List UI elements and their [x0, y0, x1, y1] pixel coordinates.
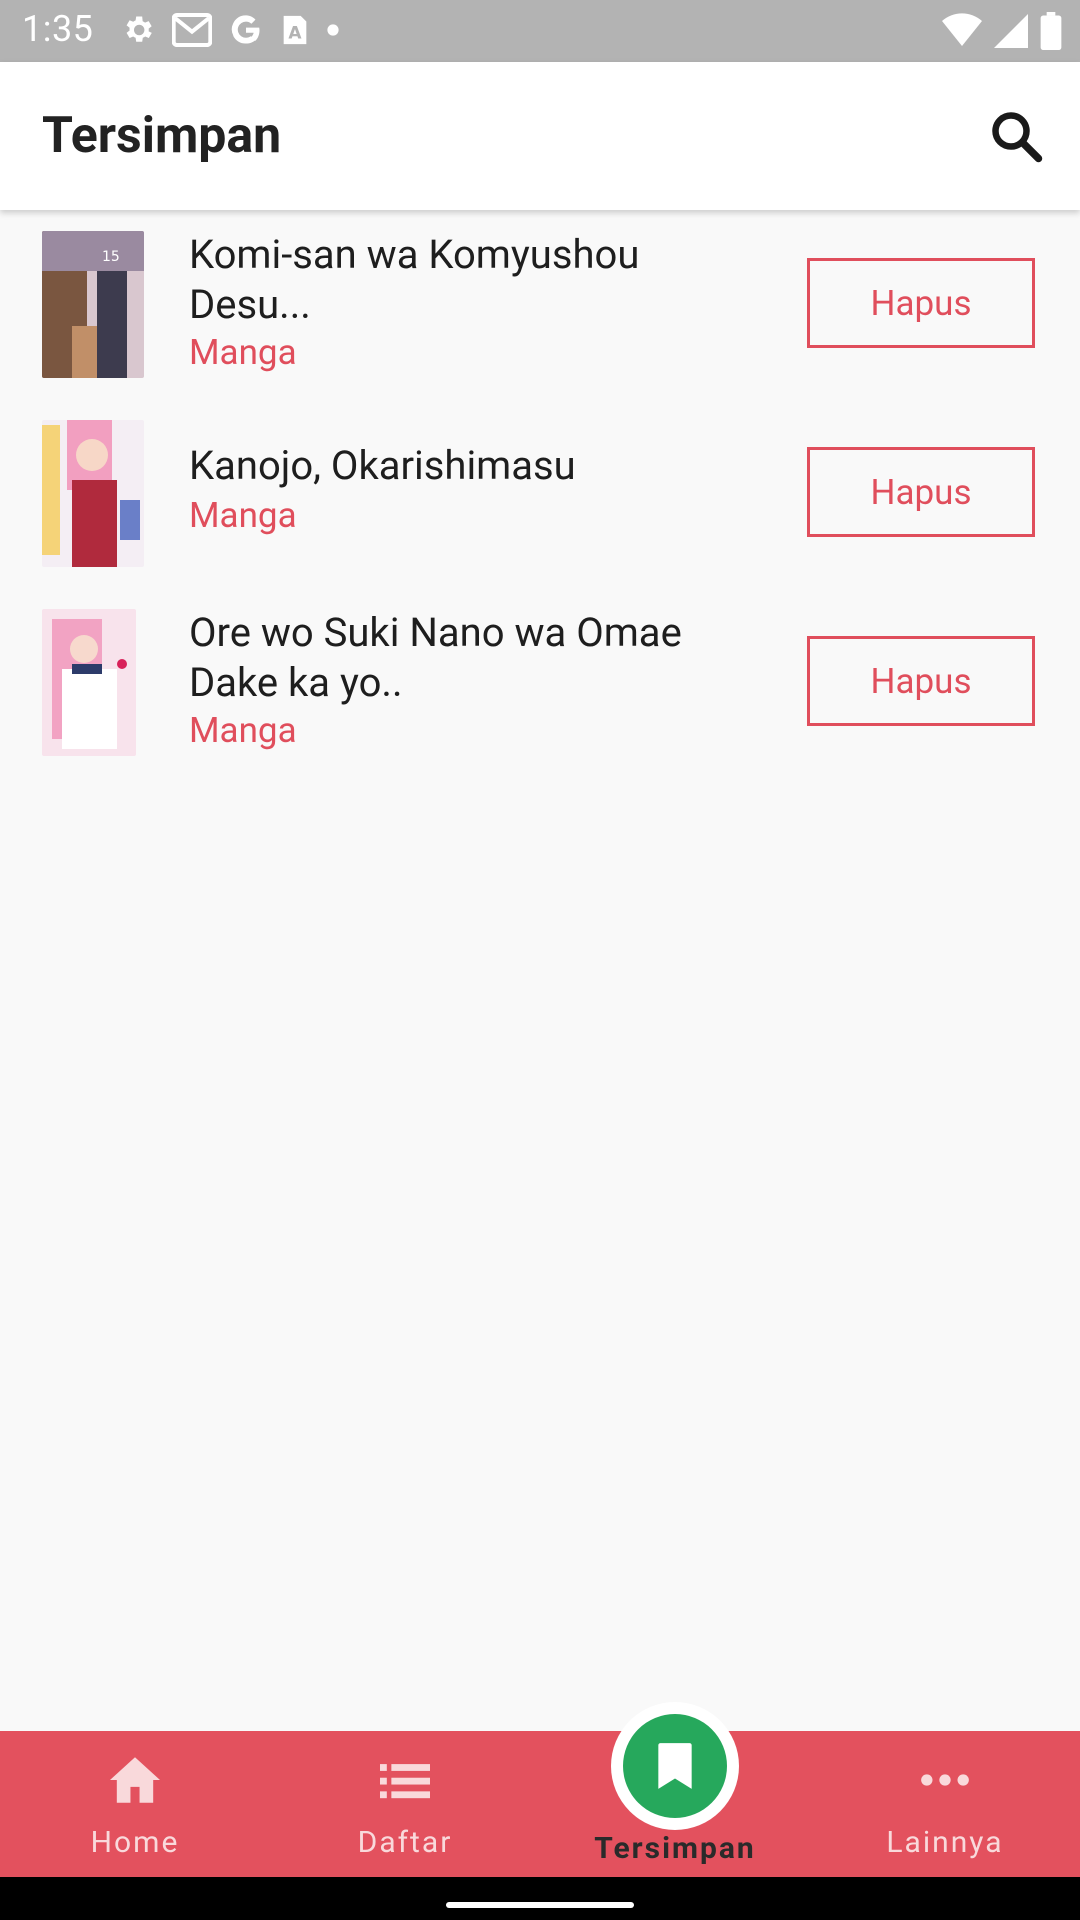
google-icon [231, 15, 260, 44]
status-time: 1:35 [22, 8, 94, 50]
status-icons-left: A [120, 12, 340, 48]
bottom-nav: Home Daftar Tersimpan Lainnya [0, 1731, 1080, 1877]
delete-button[interactable]: Hapus [807, 636, 1035, 726]
cover-image [42, 609, 136, 756]
app-bar: Tersimpan [0, 62, 1080, 210]
cover-image: 15 [42, 231, 144, 378]
status-icons-right [942, 12, 1062, 50]
a-icon: A [283, 15, 307, 45]
item-category: Manga [189, 332, 297, 373]
cover-image [42, 420, 144, 567]
nav-item-daftar[interactable]: Daftar [270, 1731, 540, 1877]
saved-fab-button[interactable] [611, 1702, 739, 1830]
delete-button[interactable]: Hapus [807, 258, 1035, 348]
nav-label-tersimpan: Tersimpan [594, 1831, 756, 1866]
nav-item-home[interactable]: Home [0, 1731, 270, 1877]
item-title: Ore wo Suki Nano wa Omae Dake ka yo.. [189, 609, 682, 706]
svg-text:15: 15 [102, 249, 120, 265]
item-category: Manga [189, 710, 297, 751]
wifi-icon [942, 13, 982, 46]
item-title: Kanojo, Okarishimasu [189, 442, 576, 489]
bookmark-icon [658, 1743, 692, 1789]
item-category: Manga [189, 495, 297, 536]
gesture-area [0, 1877, 1080, 1920]
settings-icon [126, 16, 152, 42]
signal-icon [994, 14, 1028, 48]
item-title: Komi-san wa Komyushou Desu... [189, 231, 640, 328]
nav-item-lainnya[interactable]: Lainnya [810, 1731, 1080, 1877]
fab-inner [623, 1714, 727, 1818]
nav-label-lainnya: Lainnya [886, 1825, 1004, 1860]
search-button[interactable] [986, 106, 1046, 166]
search-icon [992, 112, 1043, 163]
battery-icon [1040, 12, 1062, 50]
list-item[interactable]: Ore wo Suki Nano wa Omae Dake ka yo.. Ma… [0, 588, 1080, 777]
page-title: Tersimpan [42, 107, 282, 165]
delete-button[interactable]: Hapus [807, 447, 1035, 537]
gmail-icon [172, 13, 212, 47]
list-icon [380, 1764, 430, 1799]
more-icon [921, 1774, 969, 1786]
nav-label-home: Home [90, 1825, 180, 1860]
list-item[interactable]: 15 Komi-san wa Komyushou Desu... Manga H… [0, 210, 1080, 399]
status-bar: 1:35 A [0, 0, 1080, 62]
gesture-handle[interactable] [446, 1902, 634, 1908]
dot-icon [327, 24, 339, 36]
svg-text:A: A [288, 24, 302, 44]
list-item[interactable]: Kanojo, Okarishimasu Manga Hapus [0, 399, 1080, 588]
home-icon [110, 1757, 160, 1803]
nav-label-daftar: Daftar [357, 1825, 453, 1860]
